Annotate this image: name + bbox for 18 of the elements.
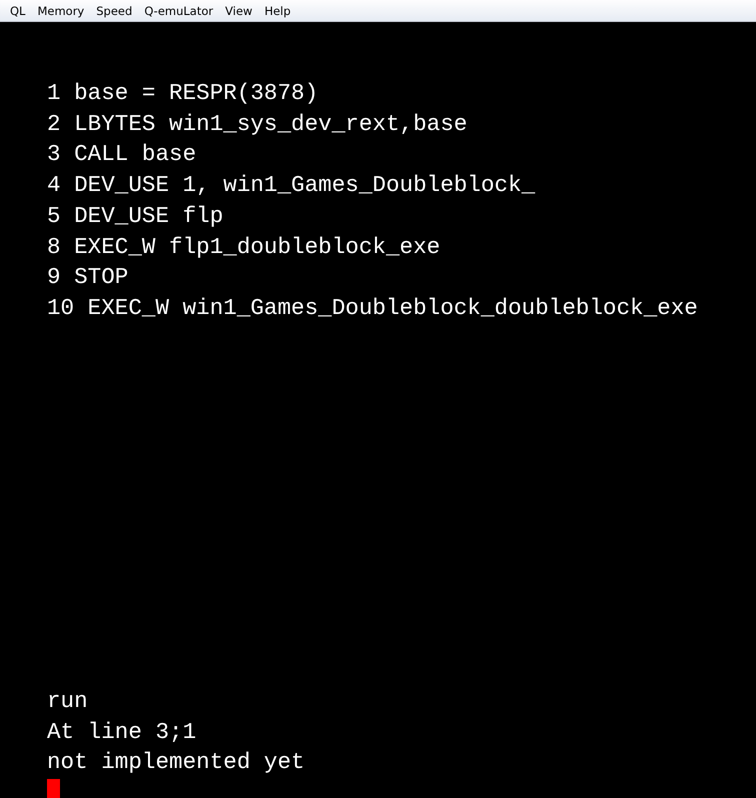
console-line: At line 3;1 (47, 718, 198, 747)
program-line: 10 EXEC_W win1_Games_Doubleblock_doubleblock_exe (47, 294, 699, 323)
program-line: 9 STOP (47, 263, 130, 292)
menu-item[interactable]: Speed (90, 4, 138, 18)
program-line: 5 DEV_USE flp (47, 202, 224, 231)
menu-item[interactable]: Memory (31, 4, 90, 18)
menu-item[interactable]: View (219, 4, 258, 18)
menu-item[interactable]: QL (4, 4, 32, 18)
console-line: run (47, 686, 89, 716)
menu-item[interactable]: Q-emuLator (138, 4, 220, 18)
program-line: 2 LBYTES win1_sys_dev_rext,base (47, 110, 468, 139)
program-line: 1 base = RESPR(3878) (47, 79, 320, 108)
program-line: 8 EXEC_W flp1_doubleblock_exe (47, 232, 442, 262)
program-line: 3 CALL base (47, 140, 198, 170)
program-line: 4 DEV_USE 1, win1_Games_Doubleblock_ (47, 171, 536, 200)
console-line: not implemented yet (47, 748, 306, 778)
menu-item[interactable]: Help (258, 4, 297, 18)
text-cursor (47, 779, 60, 798)
